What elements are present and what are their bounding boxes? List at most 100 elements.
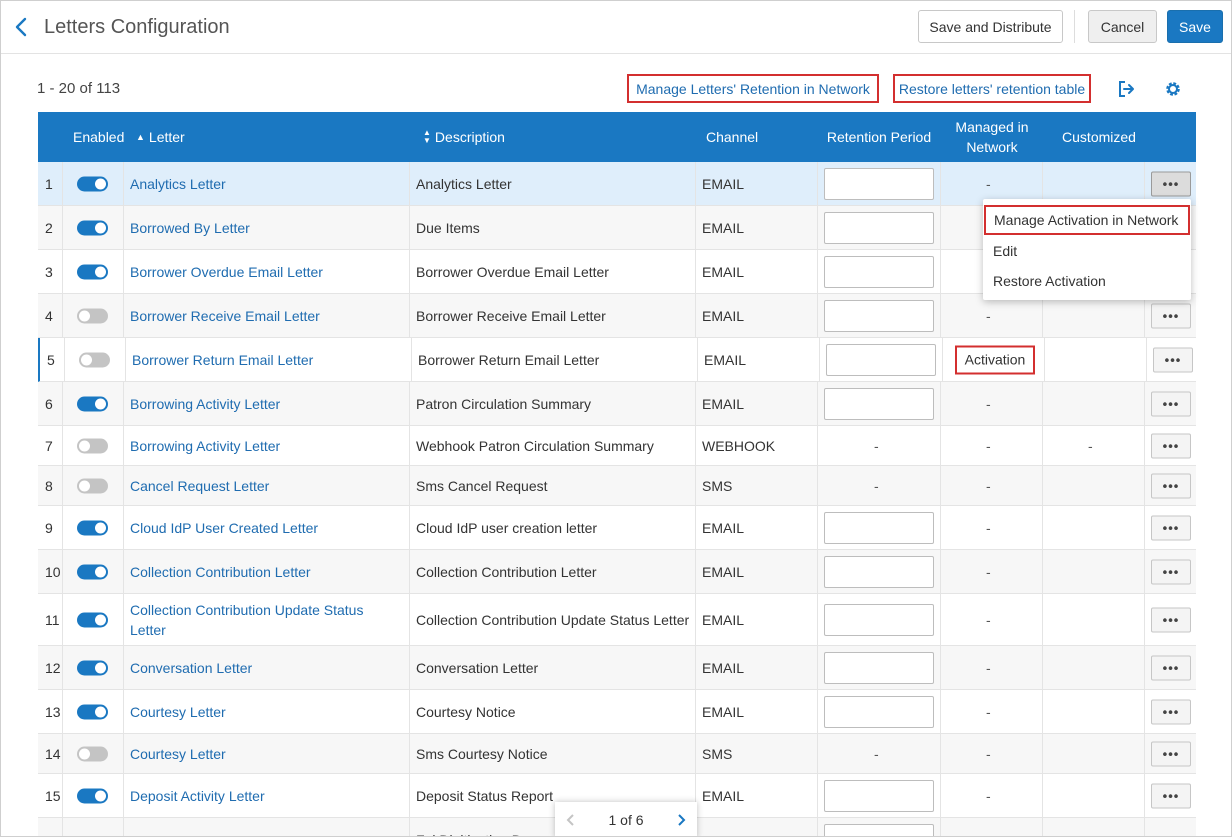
column-divider [62, 294, 63, 337]
enabled-toggle[interactable] [77, 704, 108, 719]
retention-period-input[interactable] [824, 779, 934, 812]
column-divider [62, 734, 63, 773]
letter-link[interactable]: Borrower Overdue Email Letter [130, 250, 402, 293]
header-managed[interactable]: Managed in Network [941, 112, 1043, 162]
gear-icon[interactable] [1163, 79, 1183, 99]
letter-link[interactable]: Borrowed By Letter [130, 206, 402, 249]
page-indicator: 1 of 6 [608, 812, 644, 828]
retention-period-input[interactable] [824, 603, 934, 636]
enabled-toggle[interactable] [77, 520, 108, 535]
letter-link[interactable]: Cloud IdP User Created Letter [130, 506, 402, 549]
letter-link[interactable]: Collection Contribution Update Status Le… [130, 594, 402, 645]
row-actions-button[interactable]: ••• [1151, 559, 1191, 584]
column-divider [409, 550, 410, 593]
menu-item-manage-activation[interactable]: Manage Activation in Network [984, 205, 1190, 235]
manage-letters-retention-link[interactable]: Manage Letters' Retention in Network [627, 74, 879, 103]
retention-period-input[interactable] [824, 299, 934, 332]
letter-channel: EMAIL [702, 307, 745, 324]
letter-link[interactable]: Borrower Receive Email Letter [130, 294, 402, 337]
export-icon[interactable] [1116, 79, 1136, 99]
letter-link[interactable]: Borrowing Activity Letter [130, 382, 402, 425]
column-divider [1042, 506, 1043, 549]
letter-link[interactable]: Conversation Letter [130, 646, 402, 689]
row-actions-button[interactable]: ••• [1151, 515, 1191, 540]
restore-retention-table-link[interactable]: Restore letters' retention table [893, 74, 1091, 103]
header-enabled[interactable]: Enabled [73, 112, 124, 162]
row-actions-button[interactable]: ••• [1151, 473, 1191, 498]
row-actions-button[interactable]: ••• [1151, 741, 1191, 766]
column-divider [409, 690, 410, 733]
row-actions-button[interactable]: ••• [1151, 699, 1191, 724]
row-actions-button[interactable]: ••• [1153, 347, 1193, 372]
retention-period-input[interactable] [826, 343, 936, 376]
row-actions-button[interactable]: ••• [1151, 655, 1191, 680]
header-description[interactable]: ▲ ▼ Description [423, 112, 505, 162]
retention-period-input[interactable] [824, 651, 934, 684]
retention-period-input[interactable] [824, 511, 934, 544]
enabled-toggle[interactable] [77, 220, 108, 235]
row-actions-button[interactable]: ••• [1151, 303, 1191, 328]
enabled-toggle[interactable] [77, 396, 108, 411]
menu-item-edit[interactable]: Edit [983, 236, 1191, 266]
prev-page-button[interactable] [555, 802, 587, 836]
retention-period-input[interactable] [824, 387, 934, 420]
next-page-button[interactable] [665, 802, 697, 836]
row-actions-button[interactable]: ••• [1151, 391, 1191, 416]
save-button[interactable]: Save [1167, 10, 1223, 43]
letter-link[interactable]: Collection Contribution Letter [130, 550, 402, 593]
enabled-toggle[interactable] [77, 564, 108, 579]
row-number: 7 [45, 437, 53, 454]
column-divider [940, 382, 941, 425]
column-divider [123, 162, 124, 205]
header-divider [1074, 10, 1075, 43]
enabled-toggle[interactable] [77, 660, 108, 675]
column-divider [1144, 466, 1145, 505]
column-divider [817, 774, 818, 817]
letter-link[interactable]: Analytics Letter [130, 162, 402, 205]
managed-in-network-value: Activation [955, 345, 1035, 374]
retention-period-input[interactable] [824, 823, 934, 836]
header-retention[interactable]: Retention Period [818, 112, 940, 162]
row-actions-button[interactable]: ••• [1151, 433, 1191, 458]
back-arrow-icon[interactable] [11, 15, 33, 39]
enabled-toggle[interactable] [77, 308, 108, 323]
retention-period-input[interactable] [824, 255, 934, 288]
save-and-distribute-button[interactable]: Save and Distribute [918, 10, 1063, 43]
enabled-toggle[interactable] [77, 176, 108, 191]
retention-period-input[interactable] [824, 555, 934, 588]
row-actions-button[interactable]: ••• [1151, 607, 1191, 632]
row-actions-button[interactable]: ••• [1151, 171, 1191, 196]
enabled-toggle[interactable] [77, 612, 108, 627]
retention-period-input[interactable] [824, 211, 934, 244]
letter-link[interactable]: Deposit Activity Letter [130, 774, 402, 817]
cancel-button[interactable]: Cancel [1088, 10, 1157, 43]
enabled-toggle[interactable] [77, 746, 108, 761]
column-divider [123, 506, 124, 549]
enabled-toggle[interactable] [79, 352, 110, 367]
column-divider [1144, 818, 1145, 836]
table-row: 13 Courtesy Letter Courtesy Notice EMAIL - ••… [38, 690, 1196, 734]
enabled-toggle[interactable] [77, 264, 108, 279]
letter-link[interactable]: Borrower Return Email Letter [132, 338, 404, 381]
letter-link[interactable]: Cancel Request Letter [130, 466, 402, 505]
header-customized[interactable]: Customized [1043, 112, 1155, 162]
retention-period-input[interactable] [824, 167, 934, 200]
enabled-toggle[interactable] [77, 788, 108, 803]
row-number: 13 [45, 703, 61, 720]
header-letter[interactable]: ▲ Letter [136, 112, 185, 162]
letter-link[interactable]: Courtesy Letter [130, 690, 402, 733]
column-divider [940, 426, 941, 465]
letter-link[interactable]: Courtesy Letter [130, 734, 402, 773]
letter-link[interactable] [130, 818, 402, 836]
letter-link[interactable]: Borrowing Activity Letter [130, 426, 402, 465]
column-divider [1042, 426, 1043, 465]
header-channel[interactable]: Channel [706, 112, 758, 162]
row-actions-button[interactable]: ••• [1151, 783, 1191, 808]
enabled-toggle[interactable] [77, 478, 108, 493]
column-divider [123, 818, 124, 836]
menu-item-restore-activation[interactable]: Restore Activation [983, 266, 1191, 296]
row-number: 9 [45, 519, 53, 536]
column-divider [1144, 594, 1145, 645]
retention-period-input[interactable] [824, 695, 934, 728]
enabled-toggle[interactable] [77, 438, 108, 453]
